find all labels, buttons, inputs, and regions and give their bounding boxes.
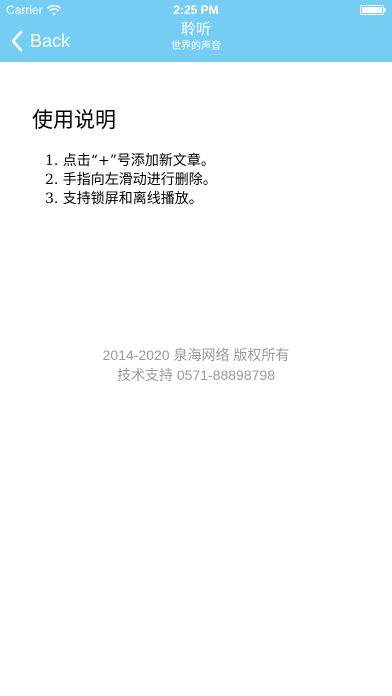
instruction-item: 1. 点击“+”号添加新文章。: [45, 153, 215, 169]
battery-nub: [384, 8, 386, 12]
page-title: 聆听: [180, 20, 211, 38]
footer: 2014-2020 泉海网络 版权所有 技术支持 0571-88898798: [0, 345, 392, 385]
status-time: 2:25 PM: [173, 3, 219, 17]
status-bar: Carrier 2:25 PM: [0, 0, 392, 20]
support-text: 技术支持 0571-88898798: [117, 367, 275, 383]
copyright-text: 2014-2020 泉海网络 版权所有: [102, 347, 290, 363]
battery-icon: [360, 5, 386, 15]
battery-fill: [362, 7, 382, 13]
page-subtitle: 世界的声音: [171, 41, 221, 52]
instructions-list: 1. 点击“+”号添加新文章。 2. 手指向左滑动进行删除。 3. 支持锁屏和离…: [45, 152, 217, 209]
instructions-heading: 使用说明: [32, 108, 116, 132]
navigation-bar: Carrier 2:25 PM Back 聆听 世界的声音: [0, 0, 392, 62]
instruction-item: 2. 手指向左滑动进行删除。: [45, 172, 217, 188]
instruction-item: 3. 支持锁屏和离线播放。: [45, 191, 203, 207]
